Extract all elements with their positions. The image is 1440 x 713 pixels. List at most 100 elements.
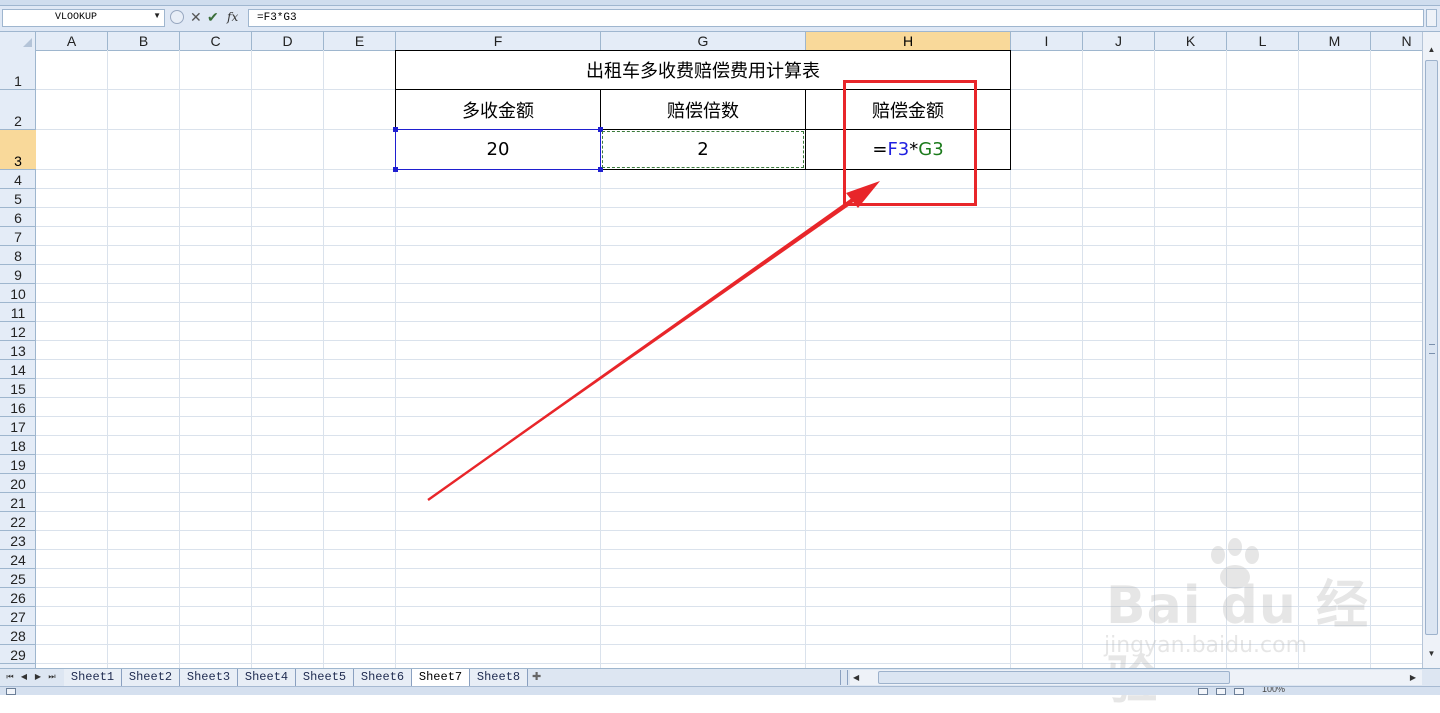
gridline-vertical bbox=[1082, 50, 1083, 668]
formula-input[interactable]: =F3*G3 bbox=[248, 9, 1424, 27]
row-header-4[interactable]: 4 bbox=[0, 170, 36, 189]
formula-input-value: =F3*G3 bbox=[257, 12, 297, 24]
name-box[interactable]: VLOOKUP ▼ bbox=[2, 9, 165, 27]
page-layout-view-icon[interactable] bbox=[1216, 688, 1226, 695]
page-break-view-icon[interactable] bbox=[1234, 688, 1244, 695]
row-header-12[interactable]: 12 bbox=[0, 322, 36, 341]
horizontal-scroll-thumb[interactable] bbox=[878, 671, 1230, 684]
column-header-l[interactable]: L bbox=[1227, 32, 1299, 50]
scroll-up-icon[interactable]: ▲ bbox=[1424, 42, 1439, 58]
value-cell-f3[interactable]: 20 bbox=[395, 129, 601, 170]
row-header-2[interactable]: 2 bbox=[0, 90, 36, 130]
row-header-1[interactable]: 1 bbox=[0, 50, 36, 90]
column-header-g[interactable]: G bbox=[601, 32, 806, 50]
row-header-14[interactable]: 14 bbox=[0, 360, 36, 379]
status-bar: 100% bbox=[0, 686, 1440, 695]
formula-bar-grip-icon bbox=[170, 10, 184, 24]
last-sheet-icon[interactable]: ⏭ bbox=[46, 670, 58, 684]
checkmark-icon[interactable]: ✔ bbox=[207, 9, 219, 25]
row-header-20[interactable]: 20 bbox=[0, 474, 36, 493]
gridline-horizontal bbox=[36, 416, 1422, 417]
scroll-down-icon[interactable]: ▼ bbox=[1424, 646, 1439, 662]
vertical-scrollbar[interactable]: ▲ ▼ bbox=[1422, 32, 1440, 668]
gridline-horizontal bbox=[36, 226, 1422, 227]
sheet-tab-sheet7[interactable]: Sheet7 bbox=[412, 669, 470, 686]
gridline-horizontal bbox=[36, 283, 1422, 284]
sheet-tab-sheet4[interactable]: Sheet4 bbox=[238, 669, 296, 686]
chevron-down-icon[interactable]: ▼ bbox=[153, 11, 161, 20]
sheet-tab-sheet6[interactable]: Sheet6 bbox=[354, 669, 412, 686]
sheet-tab-sheet8[interactable]: Sheet8 bbox=[470, 669, 528, 686]
gridline-horizontal bbox=[36, 359, 1422, 360]
row-header-23[interactable]: 23 bbox=[0, 531, 36, 550]
row-header-26[interactable]: 26 bbox=[0, 588, 36, 607]
column-header-j[interactable]: J bbox=[1083, 32, 1155, 50]
macro-record-icon[interactable] bbox=[6, 688, 16, 695]
grip-icon bbox=[1429, 344, 1435, 354]
row-header-19[interactable]: 19 bbox=[0, 455, 36, 474]
prev-sheet-icon[interactable]: ◀ bbox=[18, 670, 30, 684]
column-header-f[interactable]: F bbox=[396, 32, 601, 50]
column-header-b[interactable]: B bbox=[108, 32, 180, 50]
select-all-button[interactable] bbox=[0, 32, 36, 50]
column-header-m[interactable]: M bbox=[1299, 32, 1371, 50]
column-header-a[interactable]: A bbox=[36, 32, 108, 50]
row-header-16[interactable]: 16 bbox=[0, 398, 36, 417]
scroll-right-icon[interactable]: ▶ bbox=[1410, 670, 1416, 685]
gridline-horizontal bbox=[36, 549, 1422, 550]
row-header-21[interactable]: 21 bbox=[0, 493, 36, 512]
scroll-left-icon[interactable]: ◀ bbox=[853, 670, 863, 685]
horizontal-scrollbar[interactable]: ◀ ▶ bbox=[850, 670, 1422, 685]
column-header-h[interactable]: H bbox=[806, 32, 1011, 50]
insert-sheet-icon[interactable]: ✚ bbox=[532, 670, 541, 683]
column-header-e[interactable]: E bbox=[324, 32, 396, 50]
header-cell-g2[interactable]: 赔偿倍数 bbox=[600, 89, 806, 130]
row-header-17[interactable]: 17 bbox=[0, 417, 36, 436]
gridline-horizontal bbox=[36, 378, 1422, 379]
header-cell-f2[interactable]: 多收金额 bbox=[395, 89, 601, 130]
row-header-7[interactable]: 7 bbox=[0, 227, 36, 246]
cell-area[interactable]: 出租车多收费赔偿费用计算表 多收金额 赔偿倍数 赔偿金额 20 2 = F3 * G3 bbox=[36, 50, 1422, 668]
row-header-25[interactable]: 25 bbox=[0, 569, 36, 588]
select-all-icon bbox=[23, 38, 32, 47]
row-header-5[interactable]: 5 bbox=[0, 189, 36, 208]
sheet-tab-sheet5[interactable]: Sheet5 bbox=[296, 669, 354, 686]
tab-split-handle[interactable] bbox=[840, 670, 848, 685]
row-header-22[interactable]: 22 bbox=[0, 512, 36, 531]
vertical-scroll-thumb[interactable] bbox=[1425, 60, 1438, 635]
row-header-3[interactable]: 3 bbox=[0, 130, 36, 170]
row-header-28[interactable]: 28 bbox=[0, 626, 36, 645]
gridline-vertical bbox=[107, 50, 108, 668]
sheet-tab-sheet2[interactable]: Sheet2 bbox=[122, 669, 180, 686]
function-icon[interactable]: fx bbox=[227, 9, 238, 25]
column-header-k[interactable]: K bbox=[1155, 32, 1227, 50]
row-header-29[interactable]: 29 bbox=[0, 645, 36, 664]
column-header-d[interactable]: D bbox=[252, 32, 324, 50]
row-header-13[interactable]: 13 bbox=[0, 341, 36, 360]
row-header-8[interactable]: 8 bbox=[0, 246, 36, 265]
column-header-i[interactable]: I bbox=[1011, 32, 1083, 50]
gridline-horizontal bbox=[36, 188, 1422, 189]
column-header-c[interactable]: C bbox=[180, 32, 252, 50]
sheet-tab-bar: ⏮ ◀ ▶ ⏭ Sheet1 Sheet2 Sheet3 Sheet4 Sheet5 Sh… bbox=[0, 668, 1440, 686]
gridline-horizontal bbox=[36, 435, 1422, 436]
row-header-27[interactable]: 27 bbox=[0, 607, 36, 626]
row-header-15[interactable]: 15 bbox=[0, 379, 36, 398]
value-cell-g3[interactable]: 2 bbox=[600, 129, 806, 170]
formula-bar-expand-button[interactable] bbox=[1426, 9, 1437, 27]
row-header-10[interactable]: 10 bbox=[0, 284, 36, 303]
row-header-18[interactable]: 18 bbox=[0, 436, 36, 455]
zoom-level[interactable]: 100% bbox=[1262, 687, 1285, 694]
row-header-6[interactable]: 6 bbox=[0, 208, 36, 227]
close-icon[interactable]: ✕ bbox=[190, 9, 202, 25]
sheet-tab-sheet3[interactable]: Sheet3 bbox=[180, 669, 238, 686]
table-title: 出租车多收费赔偿费用计算表 bbox=[586, 61, 820, 82]
row-header-24[interactable]: 24 bbox=[0, 550, 36, 569]
column-header-n[interactable]: N bbox=[1371, 32, 1422, 50]
row-header-9[interactable]: 9 bbox=[0, 265, 36, 284]
row-header-11[interactable]: 11 bbox=[0, 303, 36, 322]
next-sheet-icon[interactable]: ▶ bbox=[32, 670, 44, 684]
normal-view-icon[interactable] bbox=[1198, 688, 1208, 695]
sheet-tab-sheet1[interactable]: Sheet1 bbox=[64, 669, 122, 686]
first-sheet-icon[interactable]: ⏮ bbox=[4, 670, 16, 684]
